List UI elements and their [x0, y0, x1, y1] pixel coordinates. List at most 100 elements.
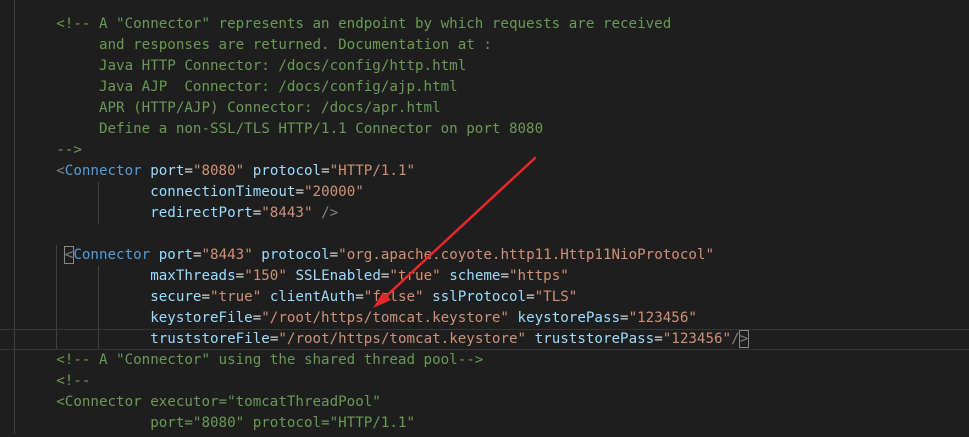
code-token-punct: /> [321, 205, 339, 221]
code-token-str: "/root/https/tomcat.keystore" [278, 331, 527, 347]
code-token-str: "true" [389, 268, 441, 284]
code-token-comment: and responses are returned. Documentatio… [56, 37, 492, 53]
code-line[interactable]: keystoreFile="/root/https/tomcat.keystor… [0, 308, 969, 329]
code-token-comment: APR (HTTP/AJP) Connector: /docs/apr.html [56, 100, 441, 116]
code-line[interactable]: <!-- A "Connector" represents an endpoin… [0, 14, 969, 35]
code-line[interactable]: <!-- A "Connector" using the shared thre… [0, 350, 969, 371]
code-token-str: "https" [509, 268, 569, 284]
code-line[interactable] [0, 0, 969, 14]
code-editor[interactable]: <!-- A "Connector" represents an endpoin… [0, 0, 969, 437]
code-token-str: "true" [210, 289, 262, 305]
code-token-comment: Java AJP Connector: /docs/config/ajp.htm… [56, 79, 458, 95]
code-line[interactable]: connectionTimeout="20000" [0, 182, 969, 203]
code-token-str: "TLS" [534, 289, 578, 305]
code-token-attr: scheme [449, 268, 501, 284]
code-token-str: "123456" [662, 331, 732, 347]
code-token-str: "org.apache.coyote.http11.Http11NioProto… [338, 247, 715, 263]
code-token-comment: Java HTTP Connector: /docs/config/http.h… [56, 58, 467, 74]
code-token-str: "150" [244, 268, 287, 284]
code-token-eq: = [500, 268, 510, 284]
code-line[interactable]: <Connector executor="tomcatThreadPool" [0, 392, 969, 413]
code-line[interactable]: --> [0, 140, 969, 161]
code-line[interactable]: Define a non-SSL/TLS HTTP/1.1 Connector … [0, 119, 969, 140]
code-token-eq: = [252, 310, 262, 326]
code-token-attr: maxThreads [150, 268, 236, 284]
code-token-attr: connectionTimeout [150, 184, 296, 200]
code-token-attr: truststorePass [534, 331, 655, 347]
code-token-attr: redirectPort [150, 205, 253, 221]
code-token-eq: = [355, 289, 364, 305]
code-token-eq: = [295, 184, 304, 200]
code-token-punct: < [56, 163, 65, 179]
code-token-eq: = [201, 289, 211, 305]
code-token-attr: port [158, 247, 193, 263]
code-token-punct: / [731, 331, 740, 347]
code-token-comment: Define a non-SSL/TLS HTTP/1.1 Connector … [56, 121, 544, 137]
code-token-eq: = [526, 289, 535, 305]
code-token-attr: sslProtocol [432, 289, 527, 305]
code-token-str: "20000" [303, 184, 364, 200]
code-line[interactable]: <Connector port="8080" protocol="HTTP/1.… [0, 161, 969, 182]
code-line[interactable]: Java HTTP Connector: /docs/config/http.h… [0, 56, 969, 77]
code-token-attr: secure [150, 289, 202, 305]
code-line[interactable]: and responses are returned. Documentatio… [0, 35, 969, 56]
code-token-eq: = [235, 268, 245, 284]
code-line[interactable]: maxThreads="150" SSLEnabled="true" schem… [0, 266, 969, 287]
code-token-comment: port="8080" protocol="HTTP/1.1" [150, 415, 416, 431]
code-line[interactable]: secure="true" clientAuth="false" sslProt… [0, 287, 969, 308]
code-token-str: "/root/https/tomcat.keystore" [261, 310, 509, 326]
code-line[interactable]: APR (HTTP/AJP) Connector: /docs/apr.html [0, 98, 969, 119]
code-line[interactable]: <!-- [0, 371, 969, 392]
code-token-punct: > [738, 330, 750, 348]
code-token-attr: keystorePass [517, 310, 621, 326]
code-token-tag: Connector [64, 163, 142, 179]
code-token-attr: truststoreFile [150, 331, 270, 347]
code-line[interactable]: Java AJP Connector: /docs/config/ajp.htm… [0, 77, 969, 98]
code-token-comment: <!-- A "Connector" using the shared thre… [56, 352, 484, 368]
code-token-comment: <!-- A "Connector" represents an endpoin… [56, 16, 672, 32]
code-token-str: "8080" [192, 163, 245, 179]
code-token-str: "false" [363, 289, 424, 305]
code-token-comment: <!-- [56, 373, 91, 389]
code-token-eq: = [321, 163, 330, 179]
code-line[interactable]: redirectPort="8443" /> [0, 203, 969, 224]
code-token-eq: = [620, 310, 629, 326]
code-token-str: "HTTP/1.1" [329, 163, 416, 179]
code-token-comment: --> [56, 142, 82, 158]
code-line[interactable]: truststoreFile = "/root/https/tomcat.keyst… [0, 329, 969, 350]
code-line[interactable] [0, 224, 969, 245]
code-token-comment: <Connector executor="tomcatThreadPool" [56, 394, 381, 410]
code-line[interactable]: port="8080" protocol="HTTP/1.1" [0, 413, 969, 434]
code-token-attr: keystoreFile [150, 310, 253, 326]
code-token-str: "8443" [261, 205, 313, 221]
code-token-eq: = [329, 247, 339, 263]
code-token-eq: = [252, 205, 262, 221]
code-line[interactable]: <Connector port="8443" protocol="org.apa… [0, 245, 969, 266]
code-token-eq: = [654, 331, 663, 347]
